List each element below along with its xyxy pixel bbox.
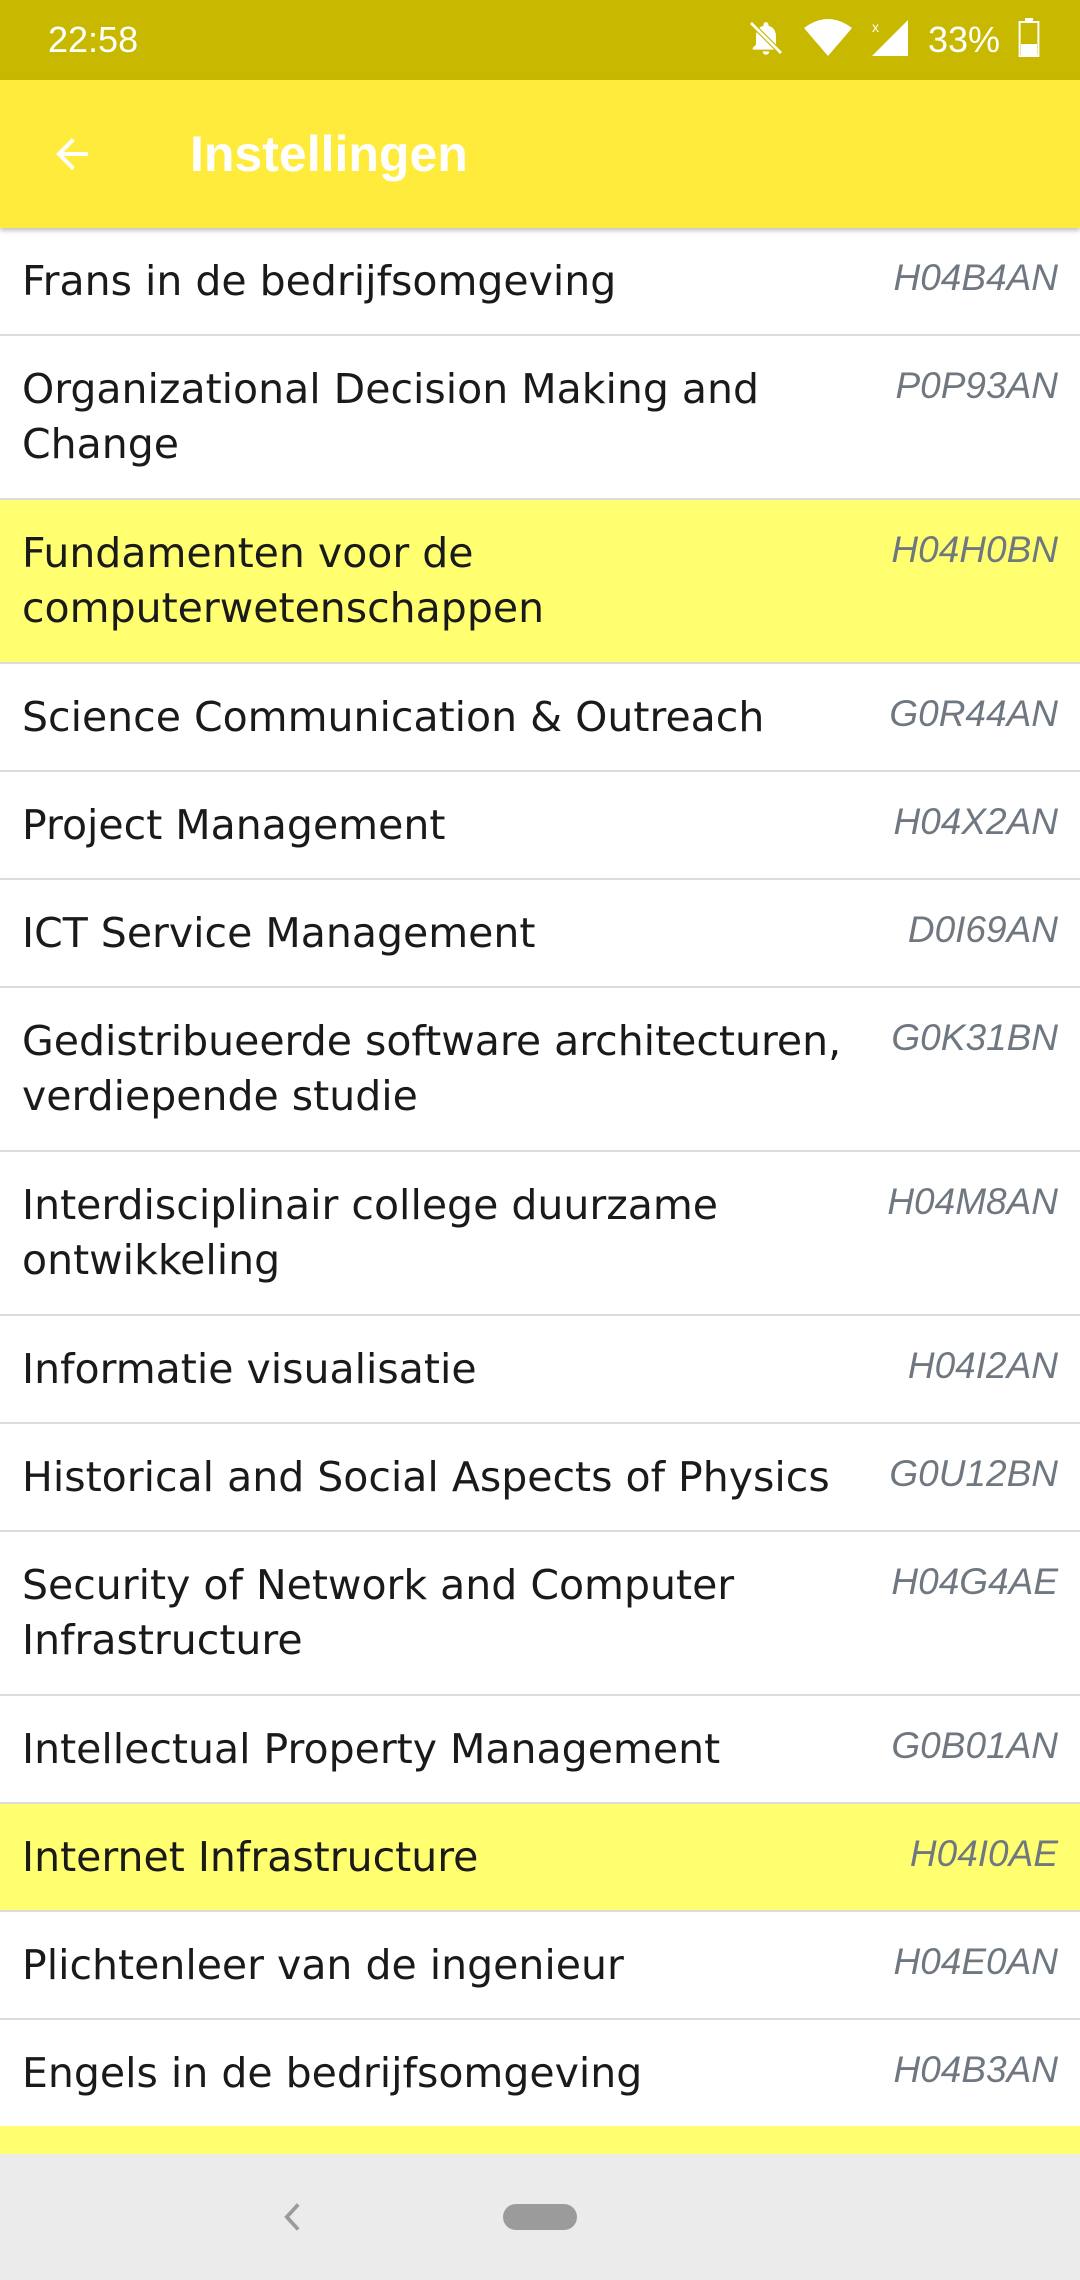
nav-back-button[interactable] <box>268 2192 318 2242</box>
course-name: Security of Network and Computer Infrast… <box>22 1561 735 1664</box>
course-code: H04H0BN <box>891 529 1058 570</box>
course-row[interactable]: Gedistribueerde software architecturen, … <box>0 988 1080 1152</box>
notifications-off-icon <box>746 18 786 62</box>
battery-icon <box>1018 18 1040 62</box>
course-list: Frans in de bedrijfsomgeving H04B4AN Org… <box>0 228 1080 2154</box>
course-name: ICT Service Management <box>22 909 536 957</box>
course-row[interactable]: Plichtenleer van de ingenieur H04E0AN <box>0 1912 1080 2020</box>
course-code: G0K31BN <box>891 1017 1058 1058</box>
course-row-selected[interactable]: Internet Infrastructure H04I0AE <box>0 1804 1080 1912</box>
course-row[interactable]: Science Communication & Outreach G0R44AN <box>0 664 1080 772</box>
cell-signal-icon: x <box>870 18 910 62</box>
course-code: H04B4AN <box>893 257 1058 298</box>
course-row[interactable]: Intellectual Property Management G0B01AN <box>0 1696 1080 1804</box>
course-code: H04X2AN <box>893 801 1058 842</box>
back-button[interactable] <box>32 114 112 194</box>
course-row[interactable]: Security of Network and Computer Infrast… <box>0 1532 1080 1696</box>
course-row[interactable]: Engels in de bedrijfsomgeving H04B3AN <box>0 2020 1080 2128</box>
arrow-left-icon <box>56 138 88 170</box>
course-name: Fundamenten voor de computerwetenschappe… <box>22 529 545 632</box>
course-row[interactable]: Informatie visualisatie H04I2AN <box>0 1316 1080 1424</box>
battery-percent: 33% <box>927 19 1000 60</box>
course-name: Organizational Decision Making and Chang… <box>22 365 760 468</box>
course-row[interactable]: Frans in de bedrijfsomgeving H04B4AN <box>0 228 1080 336</box>
course-row[interactable]: ICT Service Management D0I69AN <box>0 880 1080 988</box>
course-name: Science Communication & Outreach <box>22 693 765 741</box>
course-row[interactable]: Organizational Decision Making and Chang… <box>0 336 1080 500</box>
course-name: Intellectual Property Management <box>22 1725 721 1773</box>
navigation-bar <box>0 2154 1080 2280</box>
course-name: Engels in de bedrijfsomgeving <box>22 2049 643 2097</box>
course-name: Informatie visualisatie <box>22 1345 477 1393</box>
status-bar: 22:58 x 33% <box>0 0 1080 80</box>
course-name: Historical and Social Aspects of Physics <box>22 1453 830 1501</box>
course-row[interactable]: Interdisciplinair college duurzame ontwi… <box>0 1152 1080 1316</box>
app-bar: Instellingen <box>0 80 1080 228</box>
course-code: H04M8AN <box>887 1181 1058 1222</box>
next-course-row-partial[interactable] <box>0 2126 1080 2154</box>
course-row[interactable]: Historical and Social Aspects of Physics… <box>0 1424 1080 1532</box>
course-name: Frans in de bedrijfsomgeving <box>22 257 617 305</box>
wifi-icon <box>803 18 852 62</box>
course-name: Plichtenleer van de ingenieur <box>22 1941 624 1989</box>
course-name: Gedistribueerde software architecturen, … <box>22 1017 842 1120</box>
status-icons: x 33% <box>746 0 1040 80</box>
course-code: H04B3AN <box>893 2049 1058 2090</box>
course-name: Interdisciplinair college duurzame ontwi… <box>22 1181 718 1284</box>
course-code: P0P93AN <box>895 365 1059 406</box>
course-code: G0U12BN <box>889 1453 1058 1494</box>
page-title: Instellingen <box>190 126 468 182</box>
course-name: Internet Infrastructure <box>22 1833 479 1881</box>
course-code: G0B01AN <box>891 1725 1058 1766</box>
home-pill-icon[interactable] <box>503 2204 577 2230</box>
course-code: H04I2AN <box>907 1345 1058 1386</box>
nav-back-icon <box>284 2203 300 2231</box>
course-code: H04E0AN <box>893 1941 1058 1982</box>
course-code: G0R44AN <box>889 693 1058 734</box>
course-name: Project Management <box>22 801 446 849</box>
course-row-selected[interactable]: Fundamenten voor de computerwetenschappe… <box>0 500 1080 664</box>
course-code: D0I69AN <box>907 909 1058 950</box>
course-row[interactable]: Project Management H04X2AN <box>0 772 1080 880</box>
course-code: H04I0AE <box>909 1833 1058 1874</box>
course-code: H04G4AE <box>891 1561 1058 1602</box>
status-time: 22:58 <box>48 19 139 60</box>
svg-text:x: x <box>872 19 879 35</box>
